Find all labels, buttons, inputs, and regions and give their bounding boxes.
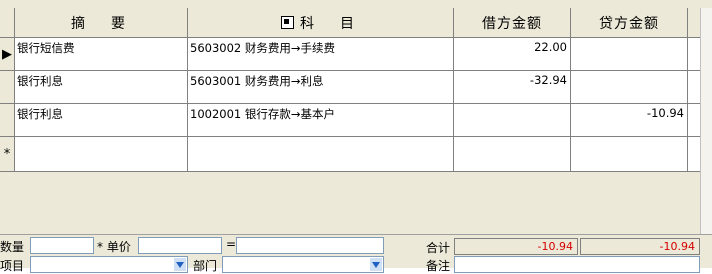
row-2-summary[interactable]: 银行利息 [15,71,188,104]
row-2-credit[interactable] [571,71,688,104]
row-2-debit[interactable]: -32.94 [454,71,571,104]
voucher-entry-window: 摘 要 科 目 借方金额 贷方金额 ▶ 银行短信费 5603002 财务费用→手… [0,0,712,273]
new-row-summary[interactable] [15,137,188,172]
grid-empty-area [0,172,700,234]
row-selector-current[interactable]: ▶ [0,38,15,71]
row-3-filler [688,104,700,137]
project-label: 项目 [0,259,25,273]
row-3-credit[interactable]: -10.94 [571,104,688,137]
quantity-input[interactable] [30,237,94,254]
row-selector-new[interactable]: * [0,137,15,172]
row-3-debit[interactable] [454,104,571,137]
new-row-filler [688,137,700,172]
column-header-account-label: 科 目 [300,15,360,32]
row-1-filler [688,38,700,71]
new-row-debit[interactable] [454,137,571,172]
row-1-account[interactable]: 5603002 财务费用→手续费 [188,38,454,71]
vertical-scrollbar[interactable] [700,8,712,234]
total-label: 合计 [426,241,451,255]
column-header-account[interactable]: 科 目 [188,8,454,38]
filter-icon [176,261,184,268]
row-1-debit[interactable]: 22.00 [454,38,571,71]
corner-header [0,8,15,38]
row-1-summary[interactable]: 银行短信费 [15,38,188,71]
unit-price-label: * 单价 [97,240,131,254]
row-3-summary[interactable]: 银行利息 [15,104,188,137]
unit-price-input[interactable] [138,237,222,254]
department-dropdown-button[interactable] [370,258,382,271]
quantity-label: 数量 [0,240,25,254]
row-selector-3[interactable] [0,104,15,137]
new-row-credit[interactable] [571,137,688,172]
total-debit: -10.94 [454,238,578,255]
column-header-summary[interactable]: 摘 要 [15,8,188,38]
row-2-account[interactable]: 5603001 财务费用→利息 [188,71,454,104]
row-3-account[interactable]: 1002001 银行存款→基本户 [188,104,454,137]
row-selector-2[interactable] [0,71,15,104]
note-input[interactable] [454,256,700,273]
total-credit: -10.94 [580,238,700,255]
voucher-grid: 摘 要 科 目 借方金额 贷方金额 ▶ 银行短信费 5603002 财务费用→手… [0,8,700,172]
row-1-credit[interactable] [571,38,688,71]
equals-label: = [226,237,237,251]
header-filler [688,8,700,38]
department-input[interactable] [222,256,384,273]
row-2-filler [688,71,700,104]
column-header-credit[interactable]: 贷方金额 [571,8,688,38]
column-header-debit[interactable]: 借方金额 [454,8,571,38]
amount-input[interactable] [236,237,384,254]
department-label: 部门 [193,259,218,273]
project-input[interactable] [30,256,188,273]
project-dropdown-button[interactable] [174,258,186,271]
filter-icon [372,261,380,268]
row-1-summary-text: 银行短信费 [17,41,75,55]
note-label: 备注 [426,259,451,273]
select-account-icon[interactable] [281,16,294,29]
new-row-account[interactable] [188,137,454,172]
footer-panel: 数量 * 单价 = 合计 -10.94 -10.94 项目 部门 备注 [0,234,712,273]
